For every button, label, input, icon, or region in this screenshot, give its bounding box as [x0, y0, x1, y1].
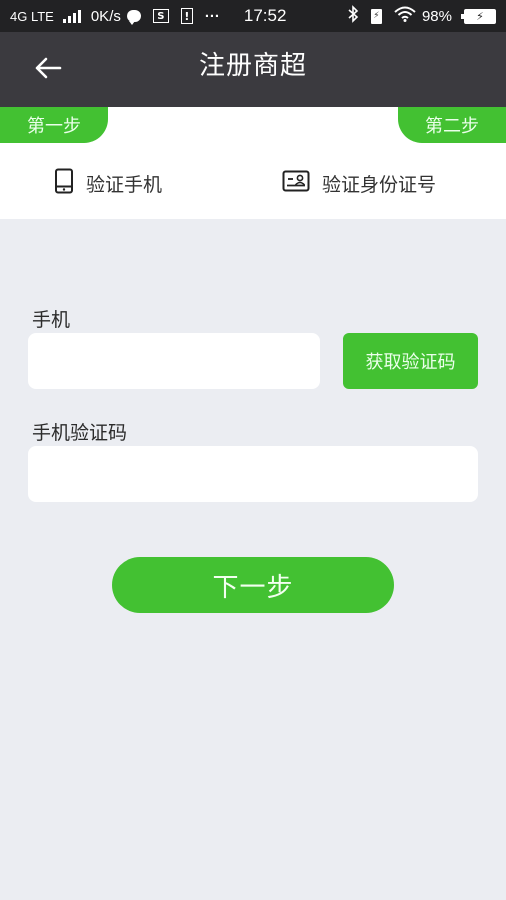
wifi-icon [394, 6, 416, 26]
step-indicator: 第一步 第二步 验证手机 验证身份证号 [0, 107, 506, 219]
clock: 17:52 [243, 6, 287, 25]
status-bar: 4G LTE 0K/s S ! ··· 17:52 ⚡ 98% ⚡ [0, 0, 506, 32]
charging-indicator-icon: ⚡ [370, 8, 382, 24]
signal-strength-icon [62, 9, 81, 23]
verify-id-label: 验证身份证号 [322, 173, 437, 196]
verification-code-input[interactable] [28, 446, 478, 502]
step-2-tab: 第二步 [398, 107, 506, 143]
phone-input[interactable] [28, 333, 320, 389]
more-notifications-icon: ··· [204, 7, 220, 25]
bluetooth-icon [347, 5, 359, 27]
verify-phone-label: 验证手机 [86, 173, 163, 196]
phone-field-label: 手机 [32, 309, 71, 331]
step-1-tab: 第一步 [0, 107, 108, 143]
status-bar-left: 4G LTE 0K/s S ! ··· 17:52 [10, 6, 286, 26]
next-step-button[interactable]: 下一步 [112, 557, 394, 613]
battery-icon: ⚡ [461, 8, 496, 24]
nav-bar: 注册商超 [0, 32, 506, 107]
back-button[interactable] [28, 50, 68, 90]
alert-notification-icon: ! [180, 8, 193, 24]
mobile-phone-icon [54, 168, 74, 199]
chat-notification-icon [126, 10, 141, 25]
get-verification-code-button[interactable]: 获取验证码 [343, 333, 478, 389]
network-speed: 0K/s [90, 7, 121, 25]
code-field-label: 手机验证码 [32, 422, 128, 444]
verify-id-step: 验证身份证号 [282, 170, 436, 197]
network-type: 4G LTE [10, 8, 54, 24]
status-bar-right: ⚡ 98% ⚡ [347, 5, 496, 27]
s-app-notification-icon: S [152, 9, 169, 23]
battery-percent: 98% [421, 7, 452, 25]
id-card-icon [282, 170, 310, 197]
verify-steps-row: 验证手机 验证身份证号 [0, 165, 506, 201]
page-title: 注册商超 [198, 51, 307, 81]
arrow-left-icon [34, 56, 62, 84]
verify-phone-step: 验证手机 [54, 168, 162, 199]
